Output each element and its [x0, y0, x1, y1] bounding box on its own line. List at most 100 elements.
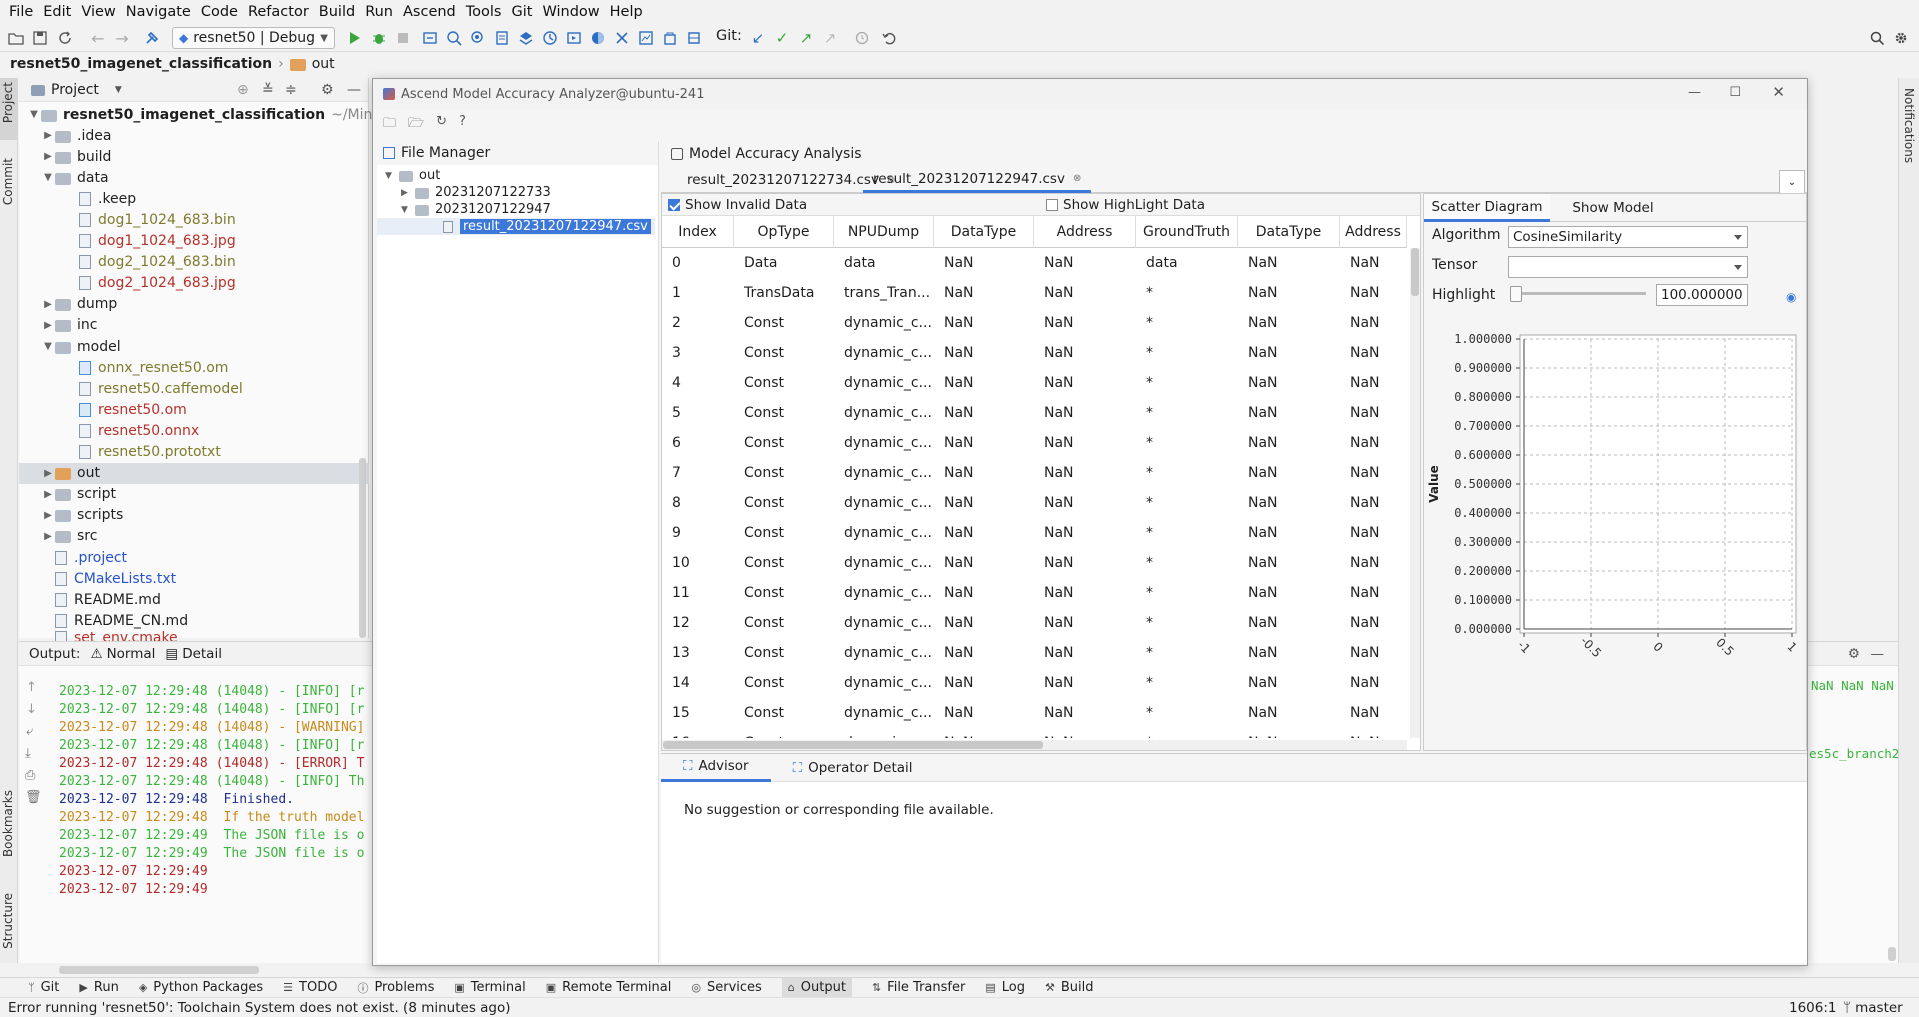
tree-item[interactable]: dog1_1024_683.jpg — [65, 231, 236, 252]
output-minimize-icon[interactable]: — — [1871, 646, 1885, 662]
tool-problems[interactable]: ⓘ Problems — [357, 980, 434, 996]
open-project-icon[interactable]: 🗁 — [408, 114, 424, 136]
tree-item[interactable]: README.md — [41, 589, 161, 610]
project-tool-tab[interactable]: Project — [1, 82, 15, 123]
tab-result-2[interactable]: result_20231207122947.csv ⊗ — [863, 167, 1092, 193]
tree-item[interactable]: CMakeLists.txt — [41, 568, 176, 589]
highlight-input[interactable]: 100.000000 — [1656, 284, 1748, 306]
chevron-down-icon[interactable]: ▼ — [115, 85, 122, 95]
dialog-close-icon[interactable]: ✕ — [1772, 83, 1785, 101]
ascend-tool-11-icon[interactable] — [660, 28, 680, 48]
table-row[interactable]: 11 Const dynamic_c... NaN NaN * NaN NaN — [662, 578, 1407, 608]
tree-item[interactable]: README_CN.md — [41, 610, 188, 631]
tool-remote-terminal[interactable]: ▣ Remote Terminal — [546, 980, 672, 995]
table-row[interactable]: 13 Const dynamic_c... NaN NaN * NaN NaN — [662, 638, 1407, 668]
tree-item[interactable]: onnx_resnet50.om — [65, 357, 228, 378]
tool-terminal[interactable]: ▣ Terminal — [454, 980, 525, 995]
column-header[interactable]: Index — [662, 216, 734, 248]
back-arrow-icon[interactable]: ← — [88, 28, 108, 48]
bookmarks-tool-tab[interactable]: Bookmarks — [1, 790, 15, 857]
reset-zoom-icon[interactable]: ◉ — [1786, 290, 1796, 304]
menu-window[interactable]: Window — [537, 0, 604, 24]
fm-folder[interactable]: ▼ 20231207122947 — [401, 201, 551, 218]
tab-advisor[interactable]: ⛶ Advisor — [661, 754, 771, 782]
table-row[interactable]: 0 Data data NaN NaN data NaN NaN — [662, 248, 1407, 278]
algorithm-select[interactable]: CosineSimilarity — [1508, 226, 1748, 248]
close-icon[interactable]: ⊗ — [1073, 173, 1081, 184]
cursor-position[interactable]: 1606:1 — [1789, 1000, 1837, 1016]
tool-output[interactable]: ⌂ Output — [781, 977, 852, 998]
search-icon[interactable] — [1867, 28, 1887, 48]
ascend-tool-5-icon[interactable] — [516, 28, 536, 48]
table-hscrollbar[interactable] — [662, 740, 1407, 750]
tool-log[interactable]: ▤ Log — [985, 980, 1025, 995]
build-hammer-icon[interactable] — [142, 28, 162, 48]
ascend-tool-12-icon[interactable] — [684, 28, 704, 48]
ascend-tool-1-icon[interactable] — [420, 28, 440, 48]
column-header[interactable]: OpType — [734, 216, 834, 248]
menu-build[interactable]: Build — [314, 0, 360, 24]
tab-operator-detail[interactable]: ⛶ Operator Detail — [771, 754, 935, 782]
table-row[interactable]: 15 Const dynamic_c... NaN NaN * NaN NaN — [662, 698, 1407, 728]
breadcrumb-project[interactable]: resnet50_imagenet_classification — [10, 56, 272, 72]
tree-item[interactable]: ▶ out — [19, 462, 369, 484]
tree-item[interactable]: ▶ build — [41, 146, 111, 167]
output-hscrollbar[interactable] — [59, 966, 259, 974]
tree-item[interactable]: resnet50.caffemodel — [65, 378, 243, 399]
git-branch[interactable]: ᛘ master — [1843, 1000, 1903, 1016]
tensor-select[interactable] — [1508, 256, 1748, 278]
refresh-icon[interactable]: ↻ — [436, 114, 447, 136]
open-folder-icon[interactable]: 🗀 — [383, 114, 396, 136]
tree-item[interactable]: ▶ src — [41, 526, 97, 547]
ascend-tool-3-icon[interactable] — [468, 28, 488, 48]
table-row[interactable]: 1 TransData trans_Tran... NaN NaN * NaN NaN — [662, 278, 1407, 308]
table-row[interactable]: 6 Const dynamic_c... NaN NaN * NaN NaN — [662, 428, 1407, 458]
tree-item[interactable]: ▼ data — [41, 167, 108, 188]
ascend-tool-6-icon[interactable] — [540, 28, 560, 48]
output-gear-icon[interactable]: ⚙ — [1848, 646, 1860, 662]
ascend-tool-8-icon[interactable] — [588, 28, 608, 48]
scroll-thumb[interactable] — [1411, 248, 1419, 296]
save-icon[interactable] — [30, 28, 50, 48]
table-row[interactable]: 14 Const dynamic_c... NaN NaN * NaN NaN — [662, 668, 1407, 698]
menu-help[interactable]: Help — [605, 0, 648, 24]
show-highlight-checkbox[interactable]: Show HighLight Data — [1046, 197, 1205, 213]
column-header[interactable]: DataType — [934, 216, 1034, 248]
run-icon[interactable] — [345, 28, 365, 48]
table-row[interactable]: 9 Const dynamic_c... NaN NaN * NaN NaN — [662, 518, 1407, 548]
collapse-all-icon[interactable]: ≑ — [285, 82, 297, 98]
tool-file-transfer[interactable]: ⇅ File Transfer — [872, 980, 965, 995]
stop-icon[interactable] — [393, 28, 413, 48]
table-row[interactable]: 5 Const dynamic_c... NaN NaN * NaN NaN — [662, 398, 1407, 428]
panel-gear-icon[interactable]: ⚙ — [321, 82, 334, 98]
menu-git[interactable]: Git — [507, 0, 538, 24]
commit-tool-tab[interactable]: Commit — [1, 158, 15, 205]
clear-trash-icon[interactable]: 🗑 — [25, 790, 42, 805]
tab-normal[interactable]: ⚠ Normal — [90, 646, 155, 662]
tab-scatter-diagram[interactable]: Scatter Diagram — [1424, 194, 1550, 222]
tab-detail[interactable]: ▤ Detail — [165, 646, 222, 662]
dialog-minimize-icon[interactable]: — — [1688, 85, 1701, 100]
notifications-tool-tab[interactable]: Notifications — [1902, 88, 1916, 163]
table-row[interactable]: 4 Const dynamic_c... NaN NaN * NaN NaN — [662, 368, 1407, 398]
expand-all-icon[interactable]: ≚ — [262, 82, 274, 98]
tree-item[interactable]: ▶ inc — [41, 315, 97, 336]
tree-item[interactable]: resnet50.om — [65, 399, 187, 420]
column-header[interactable]: NPUDump — [834, 216, 934, 248]
print-icon[interactable]: ⎙ — [25, 768, 35, 783]
ascend-tool-9-icon[interactable] — [612, 28, 632, 48]
scroll-to-end-icon[interactable]: ⤓ — [25, 746, 31, 761]
ascend-tool-2-icon[interactable] — [444, 28, 464, 48]
table-row[interactable]: 12 Const dynamic_c... NaN NaN * NaN NaN — [662, 608, 1407, 638]
soft-wrap-icon[interactable]: ⤶ — [26, 724, 33, 739]
tool-python-packages[interactable]: ◈ Python Packages — [139, 980, 263, 995]
table-row[interactable]: 3 Const dynamic_c... NaN NaN * NaN NaN — [662, 338, 1407, 368]
scroll-thumb[interactable] — [663, 741, 1043, 749]
minimize-icon[interactable]: — — [347, 82, 361, 98]
tree-root[interactable]: ▼ resnet50_imagenet_classification ~/Min… — [27, 104, 388, 125]
tool-todo[interactable]: ☰ TODO — [283, 980, 337, 995]
git-update-icon[interactable]: ↙ — [748, 28, 768, 48]
highlight-slider-track[interactable] — [1510, 292, 1646, 295]
debug-icon[interactable] — [369, 28, 389, 48]
help-icon[interactable]: ? — [459, 114, 466, 136]
